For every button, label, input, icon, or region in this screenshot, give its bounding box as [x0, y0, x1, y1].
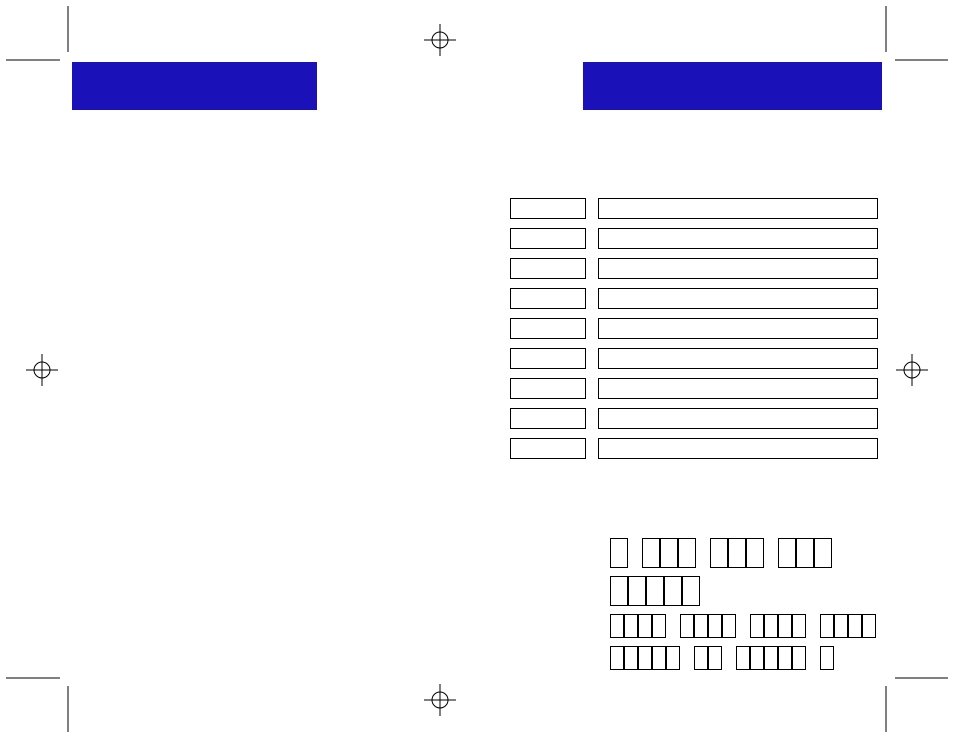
placeholder-char	[664, 576, 682, 606]
placeholder-word	[610, 614, 666, 638]
placeholder-word	[710, 538, 764, 568]
placeholder-word	[736, 646, 806, 670]
table-cell-value	[598, 348, 878, 369]
placeholder-char	[820, 614, 834, 638]
placeholder-char	[710, 538, 728, 568]
table-cell-key	[510, 198, 586, 219]
table-cell-key	[510, 348, 586, 369]
placeholder-char	[792, 646, 806, 670]
placeholder-char	[652, 614, 666, 638]
placeholder-char	[792, 614, 806, 638]
table-row	[510, 378, 880, 399]
placeholder-char	[848, 614, 862, 638]
placeholder-char	[736, 646, 750, 670]
table-cell-value	[598, 438, 878, 459]
table-cell-key	[510, 288, 586, 309]
table-cell-value	[598, 288, 878, 309]
placeholder-char	[814, 538, 832, 568]
table-cell-value	[598, 228, 878, 249]
placeholder-char	[642, 538, 660, 568]
placeholder-char	[624, 614, 638, 638]
placeholder-char	[728, 538, 746, 568]
placeholder-word	[610, 538, 628, 568]
placeholder-char	[610, 576, 628, 606]
placeholder-char	[796, 538, 814, 568]
table-cell-key	[510, 318, 586, 339]
table-row	[510, 228, 880, 249]
placeholder-line	[610, 646, 844, 670]
placeholder-char	[750, 614, 764, 638]
placeholder-char	[628, 576, 646, 606]
table-cell-value	[598, 378, 878, 399]
placeholder-word	[820, 614, 876, 638]
placeholder-char	[764, 614, 778, 638]
table-cell-key	[510, 408, 586, 429]
header-bar-right	[583, 62, 882, 110]
placeholder-char	[708, 614, 722, 638]
placeholder-char	[610, 538, 628, 568]
table-row	[510, 258, 880, 279]
placeholder-char	[778, 614, 792, 638]
table-cell-value	[598, 408, 878, 429]
placeholder-char	[820, 646, 834, 670]
table-cell-value	[598, 258, 878, 279]
table-cell-key	[510, 438, 586, 459]
placeholder-char	[638, 614, 652, 638]
placeholder-text-block	[610, 538, 890, 670]
placeholder-char	[750, 646, 764, 670]
placeholder-char	[746, 538, 764, 568]
table-row	[510, 288, 880, 309]
table-row	[510, 318, 880, 339]
placeholder-word	[694, 646, 722, 670]
placeholder-char	[834, 614, 848, 638]
placeholder-word	[610, 646, 680, 670]
table-row	[510, 198, 880, 219]
placeholder-char	[778, 538, 796, 568]
placeholder-word	[610, 576, 700, 606]
placeholder-char	[610, 614, 624, 638]
placeholder-word	[820, 646, 834, 670]
placeholder-char	[624, 646, 638, 670]
table-row	[510, 438, 880, 459]
placeholder-char	[678, 538, 696, 568]
table-cell-key	[510, 378, 586, 399]
placeholder-word	[642, 538, 696, 568]
table-cell-key	[510, 258, 586, 279]
placeholder-char	[652, 646, 666, 670]
placeholder-char	[694, 614, 708, 638]
placeholder-line	[610, 576, 710, 606]
placeholder-char	[638, 646, 652, 670]
table-row	[510, 408, 880, 429]
placeholder-char	[722, 614, 736, 638]
placeholder-char	[680, 614, 694, 638]
placeholder-char	[646, 576, 664, 606]
placeholder-char	[666, 646, 680, 670]
placeholder-word	[750, 614, 806, 638]
placeholder-char	[764, 646, 778, 670]
placeholder-char	[694, 646, 708, 670]
table-row	[510, 348, 880, 369]
placeholder-word	[680, 614, 736, 638]
header-bar-left	[72, 62, 317, 110]
placeholder-line	[610, 538, 842, 568]
placeholder-char	[660, 538, 678, 568]
placeholder-char	[682, 576, 700, 606]
placeholder-char	[778, 646, 792, 670]
placeholder-char	[708, 646, 722, 670]
placeholder-char	[610, 646, 624, 670]
table-cell-key	[510, 228, 586, 249]
placeholder-word	[778, 538, 832, 568]
placeholder-char	[862, 614, 876, 638]
table-cell-value	[598, 198, 878, 219]
table-cell-value	[598, 318, 878, 339]
data-table	[510, 198, 880, 468]
placeholder-line	[610, 614, 886, 638]
